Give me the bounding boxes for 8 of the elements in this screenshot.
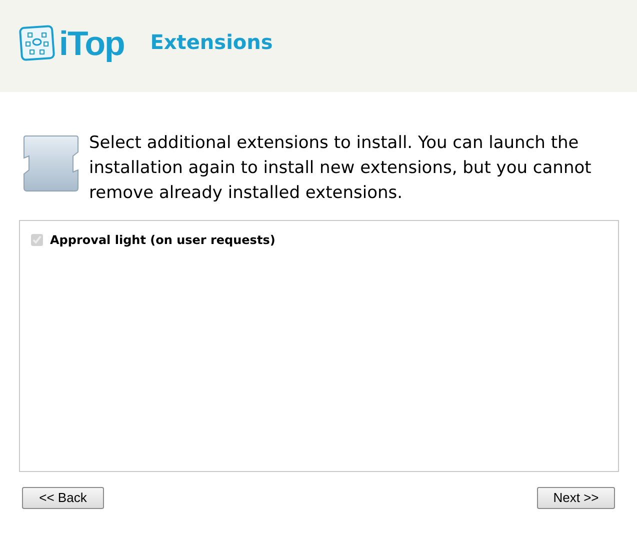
update-icon: [22, 134, 80, 194]
extension-label: Approval light (on user requests): [50, 232, 276, 249]
back-button[interactable]: << Back: [22, 487, 104, 509]
logo-icon: [19, 25, 55, 61]
page-title: Extensions: [150, 29, 273, 56]
logo-text: iTop: [59, 24, 124, 64]
intro-text: Select additional extensions to install. You can launch the installation again to install new extensions, but you cannot remove already installed extensions.: [89, 132, 592, 205]
next-button[interactable]: Next >>: [537, 487, 615, 509]
